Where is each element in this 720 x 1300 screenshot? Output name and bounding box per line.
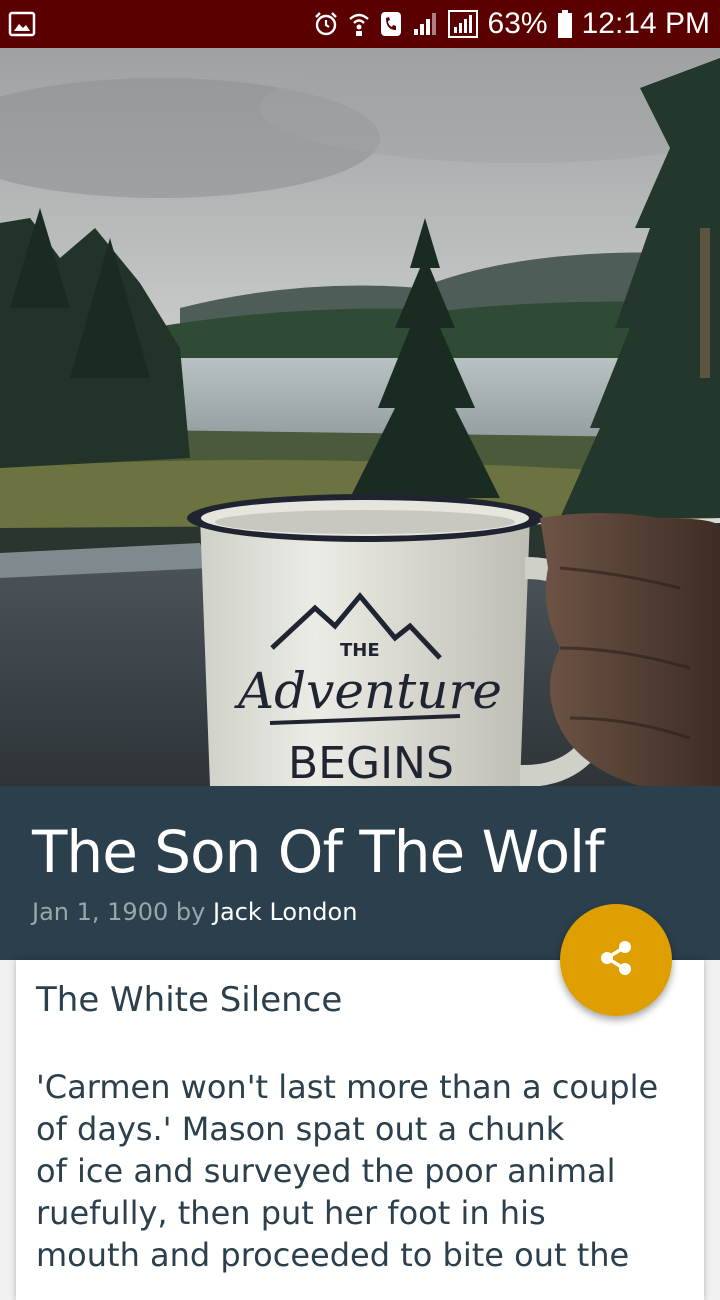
battery-percent: 63%: [487, 7, 548, 40]
clock: 12:14 PM: [581, 7, 710, 40]
body-line: of days.' Mason spat out a chunk: [36, 1110, 565, 1148]
body-line: ruefully, then put her foot in his: [36, 1194, 546, 1232]
status-bar: 63% 12:14 PM: [0, 0, 720, 48]
body-line: 'Carmen won't last more than a couple: [36, 1068, 659, 1106]
battery-icon: [557, 10, 572, 38]
share-icon: [596, 938, 636, 982]
article-title: The Son Of The Wolf: [32, 818, 605, 886]
article-author[interactable]: Jack London: [213, 898, 357, 926]
alarm-icon: [314, 11, 338, 37]
body-line: of ice and surveyed the poor animal: [36, 1152, 616, 1190]
signal-box-icon: [447, 10, 478, 38]
mug-text-script: Adventure: [234, 662, 502, 720]
article-body: 'Carmen won't last more than a couple of…: [36, 1066, 676, 1276]
share-button[interactable]: [560, 904, 672, 1016]
wifi-call-icon: [348, 11, 370, 37]
call-icon: [380, 11, 402, 37]
article-by: by: [175, 898, 206, 926]
signal-icon: [412, 11, 438, 37]
hero-image: THE Adventure BEGINS: [0, 48, 720, 786]
chapter-title: The White Silence: [36, 980, 343, 1020]
body-line: mouth and proceeded to bite out the: [36, 1236, 630, 1274]
article-meta: Jan 1, 1900 by Jack London: [32, 898, 357, 926]
article-date: Jan 1, 1900: [32, 898, 169, 926]
mug-text-top: THE: [340, 640, 380, 661]
image-icon: [8, 10, 36, 38]
mug-text-bottom: BEGINS: [288, 738, 454, 786]
